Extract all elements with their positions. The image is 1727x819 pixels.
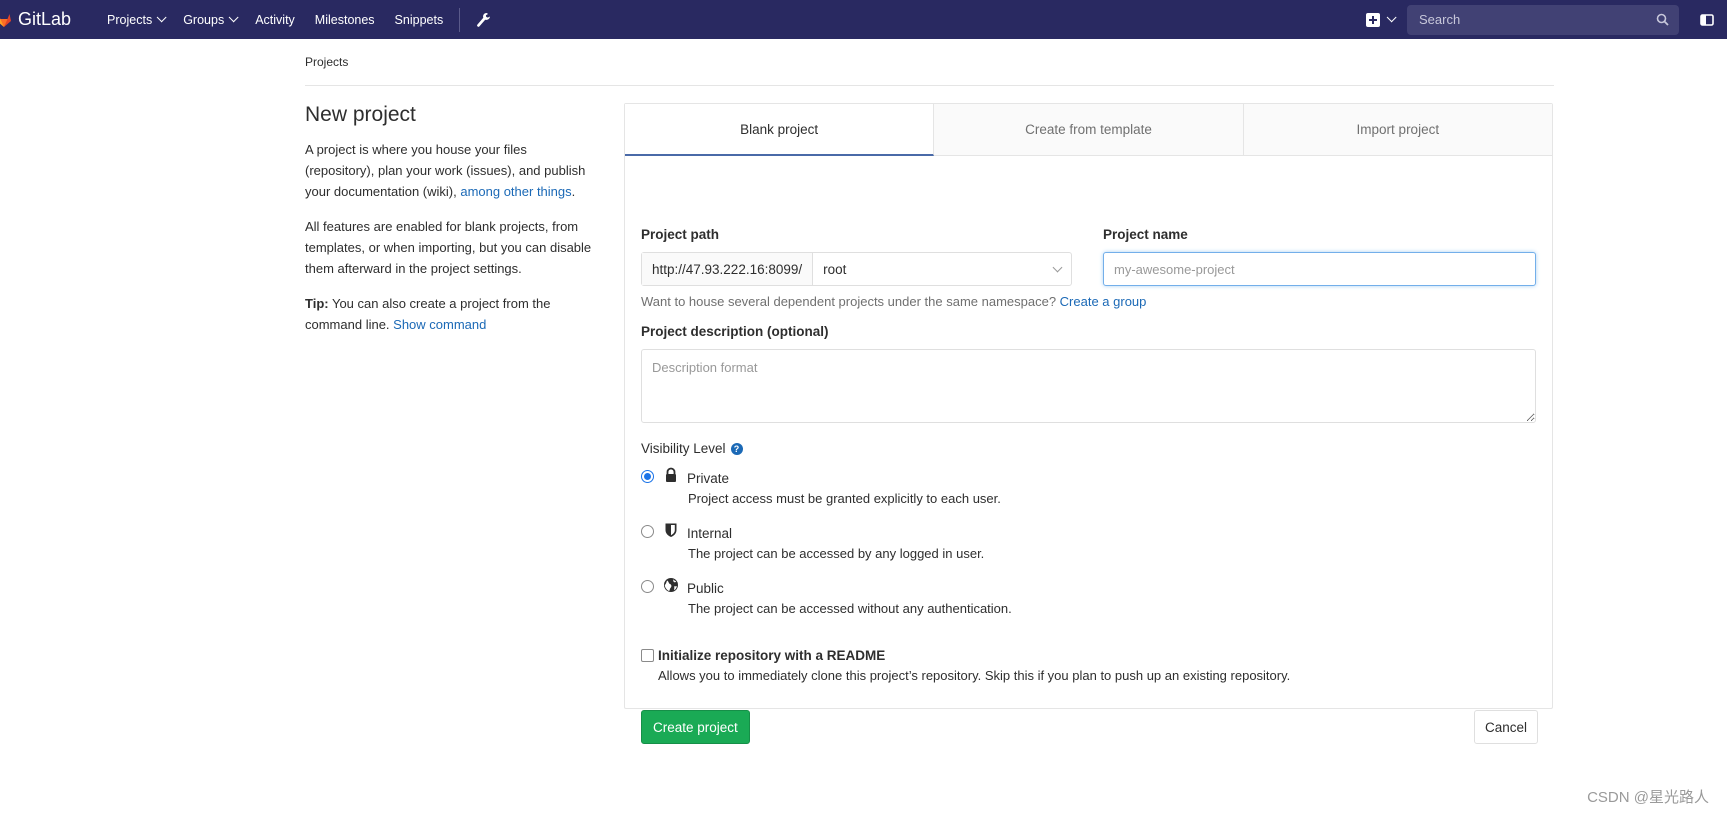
initialize-readme-label[interactable]: Initialize repository with a README (658, 648, 885, 663)
plus-square-icon (1366, 12, 1380, 27)
chevron-down-icon (1386, 12, 1397, 23)
create-group-link[interactable]: Create a group (1060, 294, 1147, 309)
intro-paragraph: A project is where you house your files … (305, 139, 595, 202)
search-input[interactable] (1417, 11, 1656, 28)
new-project-panel: Blank project Create from template Impor… (624, 103, 1553, 744)
tab-import-project[interactable]: Import project (1243, 104, 1552, 155)
breadcrumb-projects-link[interactable]: Projects (305, 55, 348, 69)
path-prefix: http://47.93.222.16:8099/ (642, 253, 814, 285)
chevron-down-icon (228, 12, 239, 23)
tab-blank-project[interactable]: Blank project (625, 104, 935, 156)
visibility-level-text: Visibility Level (641, 441, 726, 456)
initialize-readme-checkbox[interactable] (641, 649, 654, 662)
top-navbar: GitLab Projects Groups Activity Mileston… (0, 0, 1727, 39)
visibility-level-label: Visibility Level ? (641, 441, 743, 456)
chevron-down-icon (1052, 262, 1063, 272)
features-paragraph: All features are enabled for blank proje… (305, 219, 592, 276)
namespace-value: root (823, 261, 847, 277)
sidebar-toggle-button[interactable] (1693, 13, 1721, 27)
tanuki-icon (0, 13, 11, 27)
nav-projects-label: Projects (107, 12, 153, 27)
create-project-button[interactable]: Create project (641, 710, 750, 744)
nav-milestones[interactable]: Milestones (305, 0, 385, 39)
hint-text: Want to house several dependent projects… (641, 294, 1060, 309)
among-other-things-link[interactable]: among other things (460, 184, 571, 199)
initialize-readme-help: Allows you to immediately clone this pro… (658, 668, 1291, 683)
globe-icon (664, 578, 678, 592)
breadcrumb: Projects (305, 55, 348, 69)
chevron-down-icon (156, 12, 167, 23)
project-path-label: Project path (641, 227, 720, 242)
project-name-input[interactable] (1103, 252, 1536, 286)
watermark: CSDN @星光路人 (1587, 789, 1709, 806)
tab-create-from-template[interactable]: Create from template (934, 104, 1244, 155)
private-radio[interactable] (641, 470, 654, 483)
search-box[interactable] (1407, 4, 1679, 35)
nav-groups-label: Groups (183, 12, 225, 27)
namespace-hint: Want to house several dependent projects… (641, 294, 1146, 309)
private-title[interactable]: Private (687, 471, 729, 486)
shield-icon (665, 523, 677, 537)
nav-divider (459, 7, 461, 32)
internal-desc: The project can be accessed by any logge… (688, 546, 985, 561)
namespace-select[interactable]: root (813, 253, 1071, 285)
show-command-link[interactable]: Show command (393, 317, 486, 332)
tip-label: Tip: (305, 296, 329, 311)
nav-activity[interactable]: Activity (245, 0, 305, 39)
sidebar-toggle-icon (1700, 13, 1714, 26)
admin-area-button[interactable] (468, 0, 498, 39)
internal-title[interactable]: Internal (687, 526, 732, 541)
private-desc: Project access must be granted explicitl… (688, 491, 1001, 506)
nav-snippets[interactable]: Snippets (385, 0, 454, 39)
project-intro: New project A project is where you house… (305, 103, 595, 349)
tip-paragraph: Tip: You can also create a project from … (305, 293, 595, 335)
lock-icon (666, 467, 676, 482)
project-description-label: Project description (optional) (641, 324, 829, 339)
public-title[interactable]: Public (687, 581, 724, 596)
nav-projects[interactable]: Projects (97, 0, 173, 39)
intro-end: . (571, 184, 576, 199)
project-description-input[interactable] (641, 349, 1536, 423)
question-circle-icon[interactable]: ? (730, 442, 743, 455)
public-radio[interactable] (641, 580, 654, 593)
project-type-tabs: Blank project Create from template Impor… (625, 104, 1552, 156)
nav-groups[interactable]: Groups (173, 0, 245, 39)
brand-name: GitLab (18, 9, 72, 29)
search-icon (1656, 13, 1669, 26)
cancel-button[interactable]: Cancel (1474, 710, 1539, 744)
project-path-group: http://47.93.222.16:8099/ root (641, 252, 1072, 286)
internal-radio[interactable] (641, 525, 654, 538)
project-name-label: Project name (1103, 227, 1188, 242)
gitlab-logo[interactable]: GitLab (0, 9, 71, 30)
new-dropdown-button[interactable] (1366, 12, 1397, 27)
page-title: New project (305, 103, 416, 126)
public-desc: The project can be accessed without any … (688, 601, 1012, 616)
wrench-icon (477, 12, 491, 27)
breadcrumb-divider (305, 85, 1554, 86)
